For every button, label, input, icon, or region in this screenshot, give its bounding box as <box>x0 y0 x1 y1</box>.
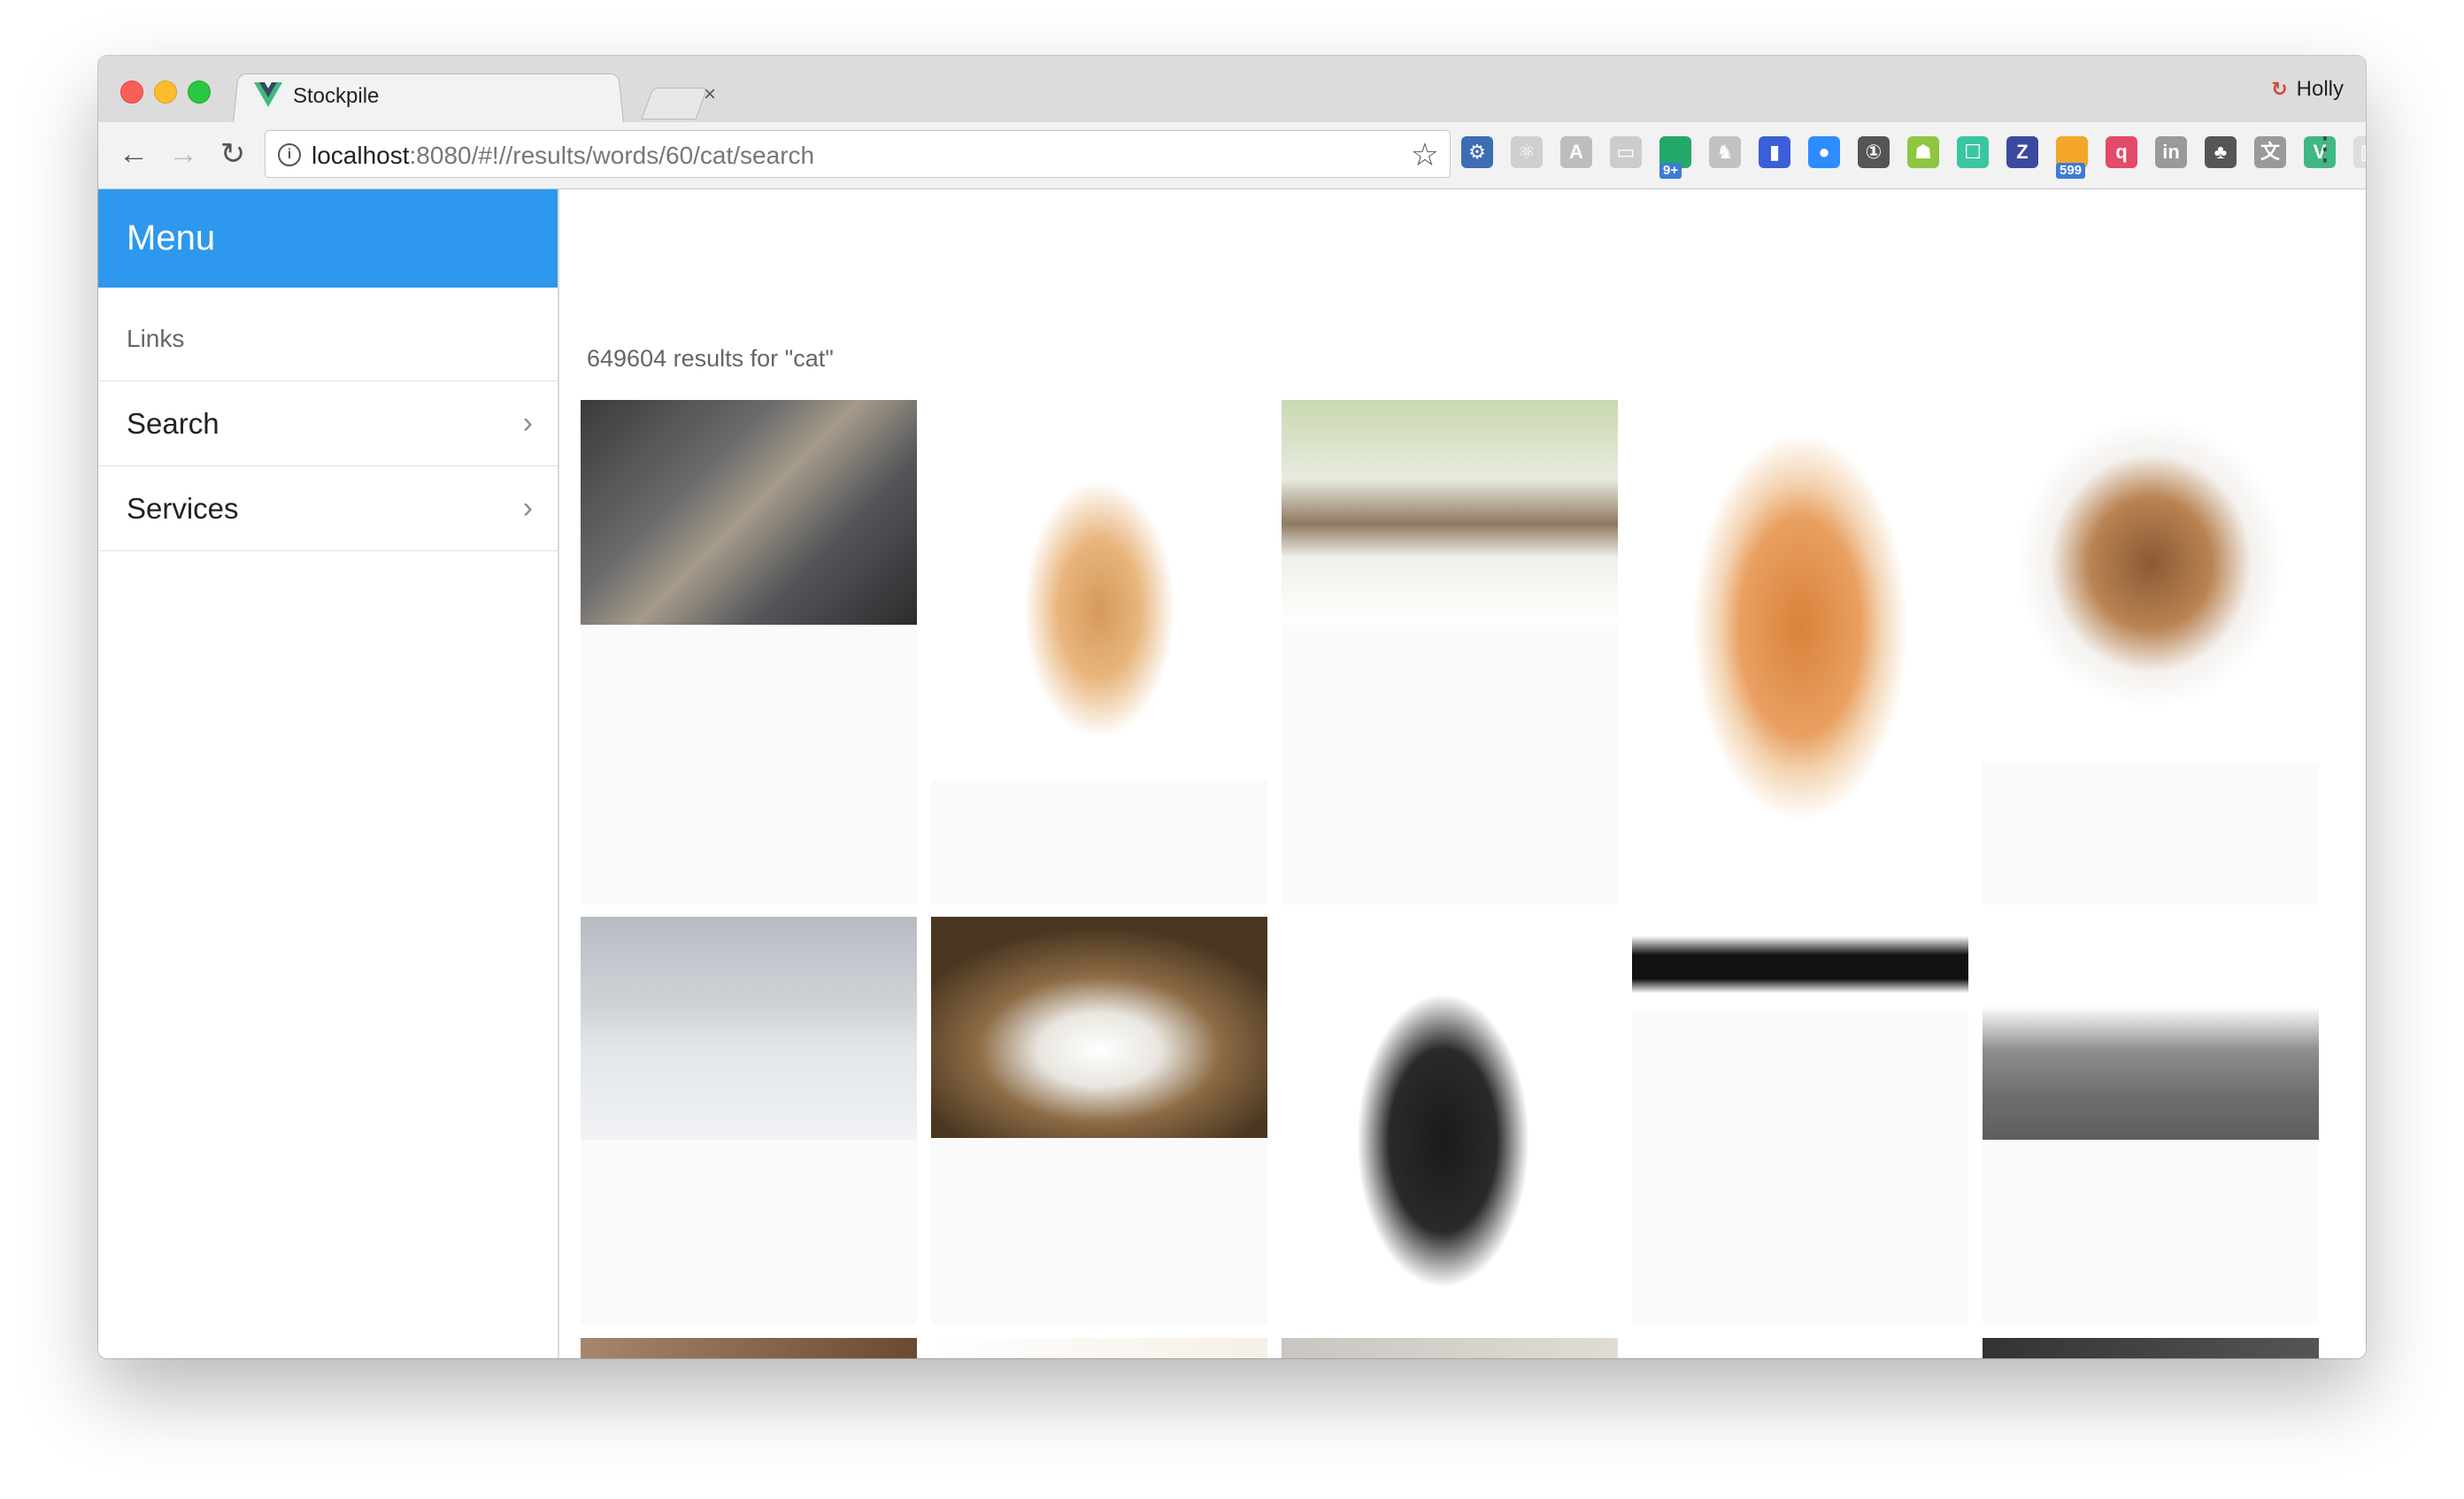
bookmark-star-icon[interactable]: ☆ <box>1411 136 1439 173</box>
cast-extension-icon[interactable]: ▭ <box>1610 136 1642 168</box>
browser-window: Stockpile × ↻ Holly ← → ↻ i localhost:80… <box>98 56 2366 1358</box>
row3-photo-3[interactable] <box>1282 1338 1618 1358</box>
cat-face-closeup-photo[interactable] <box>931 917 1267 1138</box>
angular-extension-icon[interactable]: A <box>1560 136 1592 168</box>
image-grid-item[interactable] <box>1282 917 1618 1324</box>
image-grid-item[interactable] <box>581 917 917 1324</box>
image-grid-item[interactable] <box>931 400 1267 904</box>
sidebar-item-label: Search <box>127 407 219 440</box>
sidebar-item-search[interactable]: Search › <box>98 381 558 466</box>
extensions-bar: ⚙⚛A▭9+♞▮●①☗☐Z599qin♣文V▥ <box>1461 136 2366 179</box>
close-window-button[interactable] <box>120 81 143 104</box>
image-grid-item[interactable] <box>581 1338 917 1358</box>
grammar-extension-icon[interactable]: 9+ <box>1659 136 1691 179</box>
cat-tearing-paper-photo[interactable] <box>1983 400 2319 763</box>
vue-logo-icon <box>254 82 282 107</box>
chevron-right-icon: › <box>522 406 533 440</box>
black-white-cat-sitting-photo[interactable] <box>1282 917 1618 1324</box>
linkedin-extension-icon[interactable]: in <box>2155 136 2187 168</box>
url-path: :8080/#!//results/words/60/cat/search <box>409 142 815 169</box>
chevron-right-icon: › <box>522 491 533 525</box>
sidebar-item-services[interactable]: Services › <box>98 466 558 551</box>
grey-kitten-on-sofa-photo[interactable] <box>581 917 917 1140</box>
back-arrow-icon[interactable]: ← <box>114 135 153 173</box>
sidebar-section-links: Links <box>98 288 558 381</box>
row3-photo-5[interactable] <box>1983 1338 2319 1358</box>
image-grid-item[interactable] <box>931 917 1267 1324</box>
tab-content[interactable]: Stockpile × <box>254 73 716 122</box>
image-grid-item[interactable] <box>1632 400 1968 904</box>
minimize-window-button[interactable] <box>154 81 177 104</box>
evernote-extension-icon[interactable]: ♣ <box>2205 136 2237 168</box>
image-grid-item[interactable] <box>1282 1338 1618 1358</box>
forward-arrow-icon[interactable]: → <box>164 135 203 173</box>
image-grid-item[interactable] <box>1983 917 2319 1324</box>
sync-profile-icon: ↻ <box>2271 78 2288 100</box>
row3-photo-2[interactable] <box>931 1338 1267 1358</box>
results-count: 649604 results for "cat" <box>587 345 834 372</box>
gear-extension-icon[interactable]: ⚙ <box>1461 136 1493 168</box>
tab-close-icon[interactable]: × <box>704 82 716 107</box>
grey-cat-peeking-photo[interactable] <box>1983 917 2319 1140</box>
image-grid-item[interactable] <box>931 1338 1267 1358</box>
profile-name: Holly <box>2296 77 2344 101</box>
image-grid-item[interactable] <box>1983 1338 2319 1358</box>
image-grid-item[interactable] <box>1983 400 2319 904</box>
sleeping-tabby-kitten-photo[interactable] <box>1282 400 1618 625</box>
image-grid-item[interactable] <box>1632 917 1968 1324</box>
rabbit-extension-icon[interactable]: ♞ <box>1709 136 1741 168</box>
reload-icon[interactable]: ↻ <box>213 135 252 173</box>
page-content: Menu Links Search › Services › 649604 re… <box>98 189 2366 1358</box>
row3-photo-4[interactable] <box>1632 1338 1968 1358</box>
onepassword-icon[interactable]: ① <box>1858 136 1890 168</box>
info-icon[interactable]: i <box>278 143 301 166</box>
extension-badge: 9+ <box>1659 163 1682 179</box>
row3-photo-1[interactable] <box>581 1338 917 1358</box>
extension-badge: 599 <box>2056 163 2086 179</box>
browser-menu-icon[interactable]: ⋮ <box>2309 133 2341 165</box>
address-bar[interactable]: i localhost:8080/#!//results/words/60/ca… <box>265 130 1451 178</box>
image-grid-item[interactable] <box>581 400 917 904</box>
maximize-window-button[interactable] <box>188 81 211 104</box>
tab-title: Stockpile <box>293 84 380 108</box>
chart-extension-icon[interactable]: ▥ <box>2353 136 2366 168</box>
window-resizer-icon[interactable]: ▮ <box>1759 136 1790 168</box>
sidebar-item-label: Services <box>127 492 239 525</box>
profile-button[interactable]: ↻ Holly <box>2271 77 2344 102</box>
orange-white-cat-walking-photo[interactable] <box>1632 400 1968 904</box>
quote-extension-icon[interactable]: q <box>2106 136 2137 168</box>
image-grid-item[interactable] <box>1632 1338 1968 1358</box>
browser-toolbar: ← → ↻ i localhost:8080/#!//results/words… <box>98 122 2366 189</box>
results-area: 649604 results for "cat" <box>559 189 2366 1358</box>
sidebar: Menu Links Search › Services › <box>98 189 559 1358</box>
image-grid-item[interactable] <box>1282 400 1618 904</box>
sidebar-title: Menu <box>98 189 558 288</box>
url-text[interactable]: localhost:8080/#!//results/words/60/cat/… <box>312 142 814 170</box>
new-tab-button[interactable] <box>641 88 708 119</box>
react-extension-icon[interactable]: ⚛ <box>1511 136 1543 168</box>
cat-silhouettes-photo[interactable] <box>1632 917 1968 1012</box>
z-extension-icon[interactable]: Z <box>2006 136 2038 168</box>
tabs-extension-icon[interactable]: ☐ <box>1957 136 1989 168</box>
kitten-looking-up-photo[interactable] <box>581 400 917 625</box>
url-host: localhost <box>312 142 410 169</box>
zoom-extension-icon[interactable]: ● <box>1808 136 1840 168</box>
android-extension-icon[interactable]: ☗ <box>1907 136 1939 168</box>
tab-strip: Stockpile × ↻ Holly <box>98 56 2366 123</box>
ginger-kitten-pawing-photo[interactable] <box>931 400 1267 780</box>
rss-extension-icon[interactable]: 599 <box>2056 136 2088 179</box>
translate-extension-icon[interactable]: 文 <box>2254 136 2286 168</box>
